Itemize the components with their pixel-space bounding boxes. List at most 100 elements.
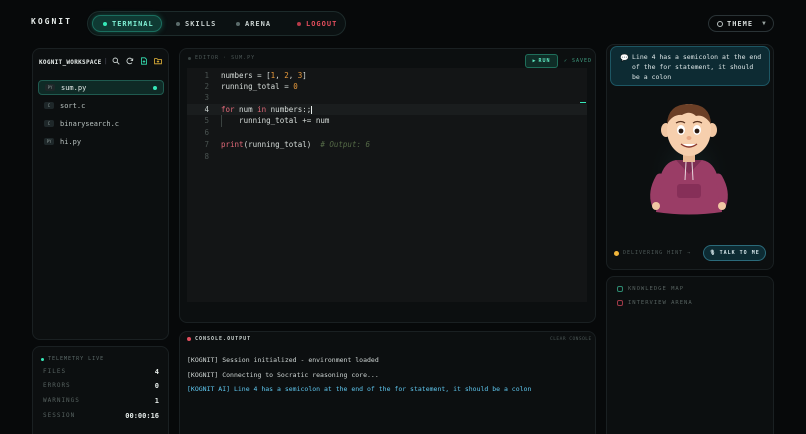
file-item-sum-py[interactable]: PY sum.py xyxy=(38,80,164,95)
play-icon: ▶ xyxy=(532,58,537,64)
talk-to-me-button[interactable]: 🎙 TALK TO ME xyxy=(703,245,766,261)
saved-status: ✓ SAVED xyxy=(564,58,593,64)
workspace-title: KOGNIT_WORKSPACE xyxy=(39,59,102,66)
line-number: 4 xyxy=(204,105,209,114)
code-editor[interactable]: 1 numbers = [1, 2, 3] 2 running_total = 0 … xyxy=(187,68,587,302)
file-name: binarysearch.c xyxy=(60,119,120,128)
microphone-icon: 🎙 xyxy=(709,250,717,256)
code-text: for num in numbers:; xyxy=(221,105,313,114)
line-number: 5 xyxy=(204,116,209,125)
app-logo[interactable]: KOGNIT xyxy=(31,17,72,26)
logout-button[interactable]: LOGOUT xyxy=(287,15,337,32)
dot-icon xyxy=(297,21,301,26)
talk-label: TALK TO ME xyxy=(719,250,760,256)
workspace-divider: | xyxy=(104,58,108,65)
live-dot-icon xyxy=(41,357,44,361)
speech-bubble-icon: 💬 xyxy=(620,54,629,62)
tab-terminal-label: TERMINAL xyxy=(112,19,154,28)
console-line: [KOGNIT] Connecting to Socratic reasonin… xyxy=(187,371,379,379)
line-number: 2 xyxy=(204,82,209,91)
top-bar: KOGNIT TERMINAL SKILLS ARENA LOGOUT THEM… xyxy=(0,0,806,46)
interview-arena-link[interactable]: INTERVIEW ARENA xyxy=(617,300,693,306)
code-line: 5 running_total += num xyxy=(187,115,587,126)
telemetry-key: ERRORS xyxy=(43,382,71,389)
clear-console-button[interactable]: CLEAR CONSOLE xyxy=(550,337,592,342)
dot-icon xyxy=(176,21,180,26)
telemetry-title: TELEMETRY LIVE xyxy=(48,356,105,362)
run-button[interactable]: ▶ RUN xyxy=(525,54,558,68)
telemetry-value: 1 xyxy=(154,397,159,405)
code-line: 8 xyxy=(187,151,587,162)
knowledge-map-icon xyxy=(617,286,623,292)
code-text: numbers = [1, 2, 3] xyxy=(221,71,307,80)
console-line-ai: [KOGNIT AI] Line 4 has a semicolon at th… xyxy=(187,385,532,393)
theme-button[interactable]: THEME ▼ xyxy=(708,15,774,32)
search-icon[interactable] xyxy=(112,57,120,65)
tab-skills[interactable]: SKILLS xyxy=(166,15,216,32)
editor-label: EDITOR · SUM.PY xyxy=(188,55,255,61)
line-number: 7 xyxy=(204,140,209,149)
console-dot-icon xyxy=(187,337,191,341)
interview-arena-icon xyxy=(617,300,623,306)
file-name: sum.py xyxy=(61,83,87,92)
console-line: [KOGNIT] Session initialized - environme… xyxy=(187,356,379,364)
tab-arena-label: ARENA xyxy=(245,19,272,28)
code-line: 3 xyxy=(187,92,587,103)
code-line: 2 running_total = 0 xyxy=(187,81,587,92)
c-file-icon: C xyxy=(44,102,54,109)
telemetry-row-files: FILES 4 xyxy=(43,368,159,376)
telemetry-value: 4 xyxy=(154,368,159,376)
telemetry-row-errors: ERRORS 0 xyxy=(43,382,159,390)
file-item-sort-c[interactable]: C sort.c xyxy=(38,98,164,113)
chevron-down-icon: ▼ xyxy=(762,20,767,27)
dot-icon xyxy=(188,56,191,60)
console-header: CONSOLE.OUTPUT xyxy=(187,336,251,342)
hint-status-label: DELIVERING HINT → xyxy=(623,250,692,256)
code-text: running_total += num xyxy=(221,116,330,125)
indent-guide xyxy=(221,115,222,127)
knowledge-map-link[interactable]: KNOWLEDGE MAP xyxy=(617,286,684,292)
line-number: 3 xyxy=(204,93,209,102)
theme-label: THEME xyxy=(727,19,754,28)
line-number: 6 xyxy=(204,128,209,137)
main-nav: TERMINAL SKILLS ARENA LOGOUT xyxy=(87,11,346,36)
interview-arena-label: INTERVIEW ARENA xyxy=(628,300,693,306)
logout-label: LOGOUT xyxy=(306,19,338,28)
code-line: 7 print(running_total) # Output: 6 xyxy=(187,139,587,150)
file-item-hi-py[interactable]: PY hi.py xyxy=(38,134,164,149)
line-number: 8 xyxy=(204,152,209,161)
current-code-line: 4 for num in numbers:; xyxy=(187,104,587,115)
telemetry-value: 0 xyxy=(154,382,159,390)
telemetry-row-session: SESSION 00:00:16 xyxy=(43,412,159,420)
python-file-icon: PY xyxy=(44,138,54,145)
active-file-indicator xyxy=(153,85,157,90)
run-label: RUN xyxy=(538,58,551,64)
workspace-actions xyxy=(112,57,162,65)
telemetry-row-warnings: WARNINGS 1 xyxy=(43,397,159,405)
tab-arena[interactable]: ARENA xyxy=(226,15,271,32)
minimap-marker xyxy=(580,102,586,103)
telemetry-value: 00:00:16 xyxy=(125,412,159,420)
telemetry-key: FILES xyxy=(43,368,67,375)
avatar xyxy=(647,104,731,216)
status-dot-icon xyxy=(103,21,107,26)
new-folder-icon[interactable] xyxy=(154,57,162,65)
telemetry-header: TELEMETRY LIVE xyxy=(41,356,104,362)
hint-dot-icon xyxy=(614,250,619,256)
python-file-icon: PY xyxy=(45,84,55,91)
console-panel xyxy=(179,331,596,434)
file-item-binarysearch-c[interactable]: C binarysearch.c xyxy=(38,116,164,131)
telemetry-key: WARNINGS xyxy=(43,397,80,404)
new-file-icon[interactable] xyxy=(140,57,148,65)
code-line: 1 numbers = [1, 2, 3] xyxy=(187,70,587,81)
theme-ring-icon xyxy=(717,20,723,27)
dot-icon xyxy=(236,21,240,26)
text-cursor xyxy=(311,106,313,114)
file-name: hi.py xyxy=(60,137,82,146)
hint-status: DELIVERING HINT → xyxy=(614,250,691,256)
code-text: print(running_total) # Output: 6 xyxy=(221,140,371,149)
console-title: CONSOLE.OUTPUT xyxy=(195,336,252,342)
tab-terminal[interactable]: TERMINAL xyxy=(92,15,162,32)
file-name: sort.c xyxy=(60,101,86,110)
refresh-icon[interactable] xyxy=(126,57,134,65)
